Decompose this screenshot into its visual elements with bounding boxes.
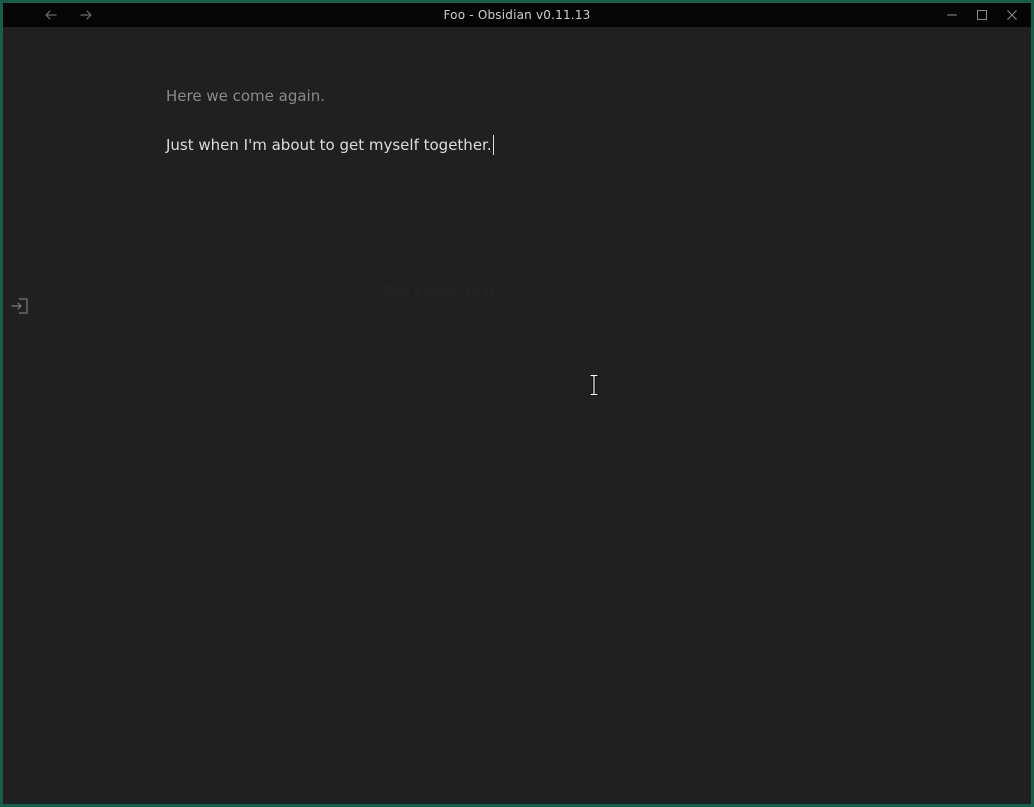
minimize-button[interactable] <box>943 6 961 24</box>
maximize-icon <box>977 10 987 20</box>
window-title: Foo - Obsidian v0.11.13 <box>443 8 591 22</box>
arrow-left-icon <box>45 10 57 20</box>
back-button[interactable] <box>42 6 60 24</box>
editor-line[interactable]: Just when I'm about to get myself togeth… <box>166 135 494 155</box>
close-button[interactable] <box>1003 6 1021 24</box>
obsidian-window: Foo - Obsidian v0.11.13 Here we come aga… <box>3 3 1031 804</box>
editor-pane[interactable]: Here we come again. Just when I'm about … <box>3 27 1031 804</box>
title-bar[interactable]: Foo - Obsidian v0.11.13 <box>3 3 1031 27</box>
empty-area-hint: Take a break, relax... <box>383 284 508 298</box>
text-caret <box>492 135 494 155</box>
editor-line[interactable]: Here we come again. <box>166 87 325 105</box>
ibeam-cursor-icon <box>589 374 599 396</box>
minimize-icon <box>947 14 957 16</box>
close-icon <box>1007 10 1017 20</box>
arrow-right-icon <box>80 10 92 20</box>
editor-line-text[interactable]: Just when I'm about to get myself togeth… <box>166 136 492 154</box>
forward-button[interactable] <box>77 6 95 24</box>
maximize-button[interactable] <box>973 6 991 24</box>
